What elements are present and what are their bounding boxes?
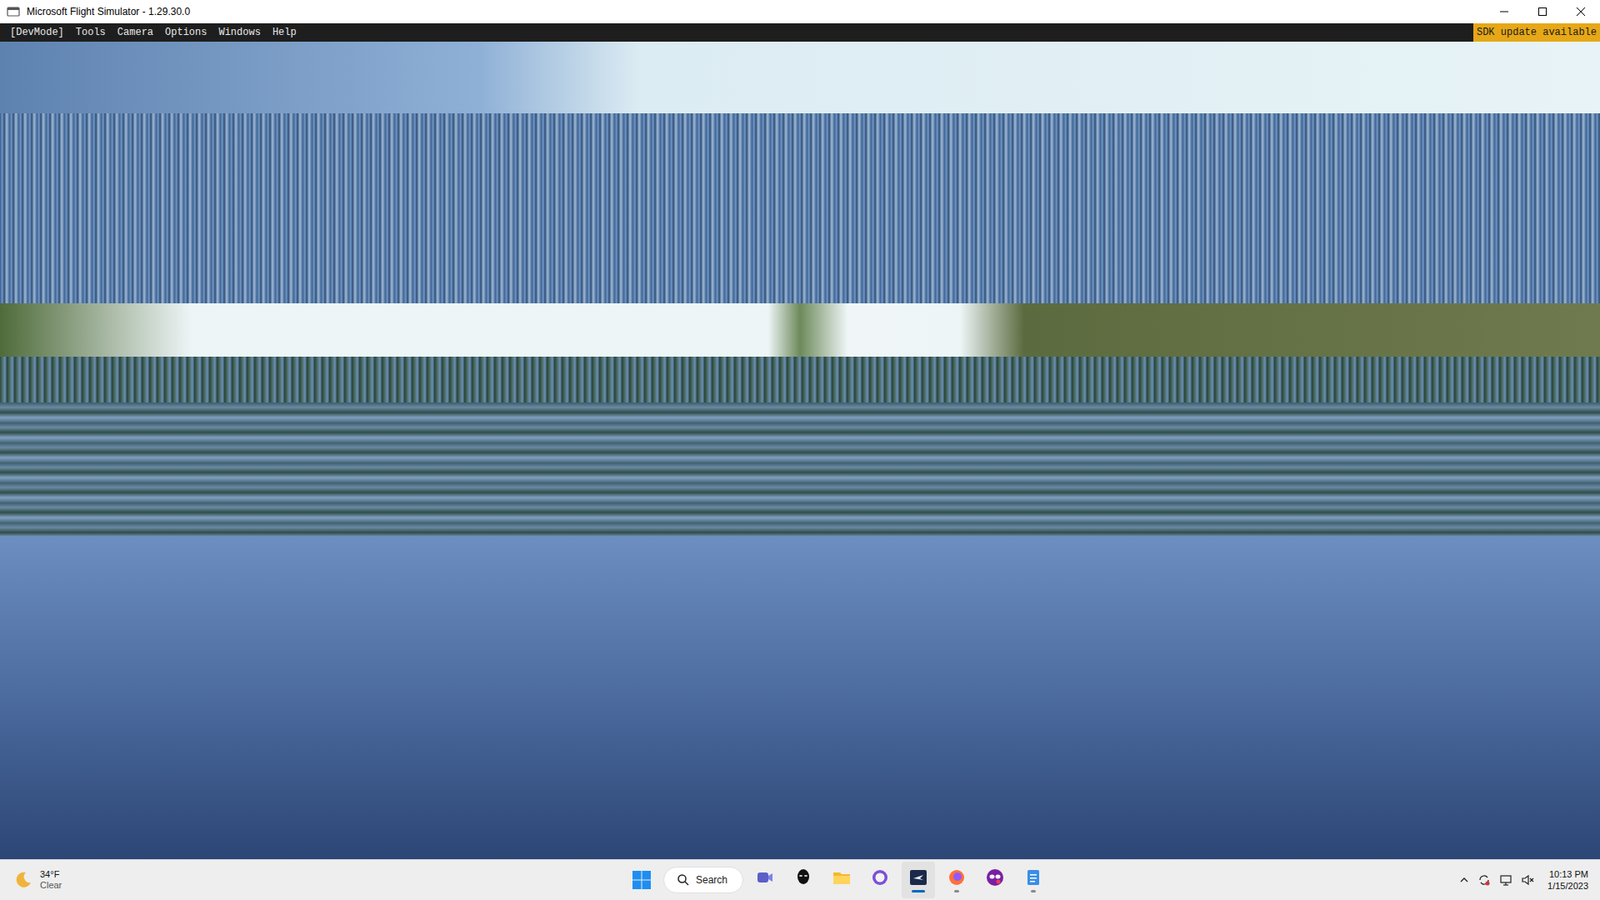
speaker-muted-icon[interactable] (1520, 873, 1535, 887)
weather-temperature: 34°F (40, 869, 62, 880)
minimize-button[interactable] (1485, 0, 1524, 24)
running-indicator (911, 890, 925, 893)
clock-date: 1/15/2023 (1547, 880, 1589, 892)
dev-menu-item[interactable]: Windows (218, 25, 260, 40)
clock-time: 10:13 PM (1549, 868, 1589, 880)
game-viewport[interactable] (0, 41, 1600, 860)
water-band (0, 535, 1600, 860)
start-button[interactable] (625, 863, 659, 897)
mixed-streak-band (0, 402, 1600, 536)
taskbar: 34°FClear Search 10:13 PM1/15/2023 (0, 859, 1600, 900)
tree-band (0, 303, 1600, 357)
taskbar-app[interactable] (1016, 861, 1050, 899)
sky-band (0, 41, 1600, 114)
running-indicator (954, 890, 960, 893)
search-placeholder: Search (695, 872, 728, 888)
close-icon (1576, 7, 1585, 16)
chevron-up-icon[interactable] (1459, 875, 1470, 885)
streak-band (0, 113, 1600, 304)
alien-head-icon (793, 867, 814, 888)
clock[interactable]: 10:13 PM1/15/2023 (1547, 868, 1589, 893)
dev-menu-item[interactable]: Options (165, 25, 207, 40)
dev-menu-item[interactable]: [DevMode] (10, 25, 65, 40)
dev-menu-item[interactable]: Help (272, 25, 297, 40)
taskbar-app[interactable] (940, 861, 974, 899)
ring-icon (870, 867, 890, 888)
folder-icon (831, 867, 852, 888)
green-streak-band (0, 356, 1600, 403)
title-bar: Microsoft Flight Simulator - 1.29.30.0 (0, 0, 1600, 24)
maximize-button[interactable] (1523, 0, 1562, 24)
notepad-icon (1023, 867, 1044, 888)
running-indicator (1030, 890, 1036, 893)
minimize-icon (1500, 7, 1509, 16)
sync-icon[interactable] (1477, 873, 1491, 887)
network-icon[interactable] (1499, 873, 1513, 887)
magnifier-icon (677, 874, 690, 886)
taskbar-app[interactable] (825, 861, 859, 899)
desktop: Microsoft Flight Simulator - 1.29.30.0 [D… (0, 0, 1600, 900)
taskbar-app[interactable] (748, 861, 782, 899)
maximize-icon (1538, 7, 1547, 16)
chat-icon (755, 867, 775, 888)
firefox-icon (946, 867, 967, 888)
close-button[interactable] (1561, 0, 1600, 24)
flight-simulator-icon (908, 867, 929, 888)
mask-icon (985, 867, 1005, 888)
sdk-update-badge[interactable]: SDK update available (1473, 23, 1600, 42)
taskbar-app[interactable] (901, 861, 935, 899)
dev-menu-bar: [DevMode] Tools Camera Options Windows Help SD… (0, 23, 1600, 42)
app-window-icon (6, 5, 20, 19)
moon-icon (13, 870, 34, 890)
windows-logo-icon (631, 870, 652, 890)
taskbar-app[interactable] (786, 861, 820, 899)
window-title: Microsoft Flight Simulator - 1.29.30.0 (26, 4, 190, 20)
weather-condition: Clear (40, 880, 62, 891)
dev-menu-item[interactable]: Camera (117, 25, 154, 40)
weather-widget[interactable]: 34°FClear (0, 869, 167, 891)
taskbar-app[interactable] (978, 861, 1012, 899)
taskbar-app[interactable] (863, 861, 897, 899)
search-box[interactable]: Search (663, 866, 744, 894)
dev-menu-item[interactable]: Tools (75, 25, 106, 40)
